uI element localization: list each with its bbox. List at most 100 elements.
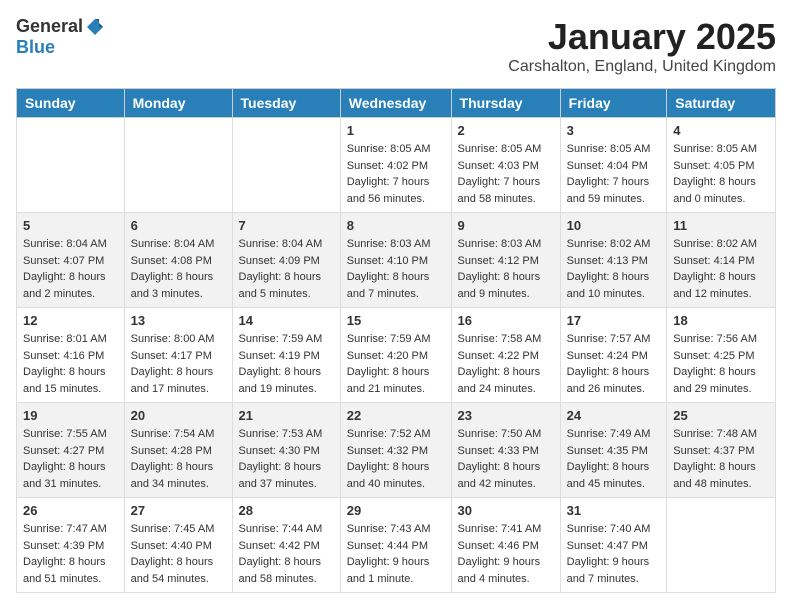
day-info: Sunrise: 8:03 AM Sunset: 4:10 PM Dayligh… <box>347 236 445 302</box>
calendar-cell <box>232 118 340 213</box>
day-info: Sunrise: 7:58 AM Sunset: 4:22 PM Dayligh… <box>458 331 554 397</box>
day-number: 22 <box>347 408 445 423</box>
day-info: Sunrise: 7:49 AM Sunset: 4:35 PM Dayligh… <box>567 426 661 492</box>
calendar-cell: 21 Sunrise: 7:53 AM Sunset: 4:30 PM Dayli… <box>232 403 340 498</box>
day-info: Sunrise: 8:02 AM Sunset: 4:14 PM Dayligh… <box>673 236 769 302</box>
day-number: 23 <box>458 408 554 423</box>
calendar-cell: 12Sunrise: 8:01 AM Sunset: 4:16 PM Dayli… <box>17 308 125 403</box>
col-header-saturday: Saturday <box>667 89 776 118</box>
day-info: Sunrise: 7:59 AM Sunset: 4:20 PM Dayligh… <box>347 331 445 397</box>
day-number: 21 <box>239 408 334 423</box>
day-number: 7 <box>239 218 334 233</box>
calendar-cell <box>667 498 776 593</box>
day-info: Sunrise: 8:04 AM Sunset: 4:07 PM Dayligh… <box>23 236 118 302</box>
day-number: 28 <box>239 503 334 518</box>
logo-blue-text: Blue <box>16 37 55 57</box>
calendar-cell: 3Sunrise: 8:05 AM Sunset: 4:04 PM Daylig… <box>560 118 667 213</box>
day-number: 6 <box>131 218 226 233</box>
day-number: 29 <box>347 503 445 518</box>
calendar-cell: 1 Sunrise: 8:05 AM Sunset: 4:02 PM Daylig… <box>340 118 451 213</box>
logo-icon <box>85 17 105 37</box>
main-title: January 2025 <box>508 16 776 58</box>
day-number: 31 <box>567 503 661 518</box>
calendar-header-row: SundayMondayTuesdayWednesdayThursdayFrid… <box>17 89 776 118</box>
day-info: Sunrise: 8:05 AM Sunset: 4:02 PM Dayligh… <box>347 141 445 207</box>
calendar-cell: 14 Sunrise: 7:59 AM Sunset: 4:19 PM Dayli… <box>232 308 340 403</box>
day-info: Sunrise: 7:55 AM Sunset: 4:27 PM Dayligh… <box>23 426 118 492</box>
calendar-cell: 18 Sunrise: 7:56 AM Sunset: 4:25 PM Dayli… <box>667 308 776 403</box>
day-number: 1 <box>347 123 445 138</box>
col-header-thursday: Thursday <box>451 89 560 118</box>
day-number: 24 <box>567 408 661 423</box>
col-header-sunday: Sunday <box>17 89 125 118</box>
day-number: 10 <box>567 218 661 233</box>
day-info: Sunrise: 7:59 AM Sunset: 4:19 PM Dayligh… <box>239 331 334 397</box>
day-number: 17 <box>567 313 661 328</box>
subtitle: Carshalton, England, United Kingdom <box>508 58 776 76</box>
calendar-cell: 8 Sunrise: 8:03 AM Sunset: 4:10 PM Daylig… <box>340 213 451 308</box>
calendar-cell: 6 Sunrise: 8:04 AM Sunset: 4:08 PM Daylig… <box>124 213 232 308</box>
calendar-cell: 24 Sunrise: 7:49 AM Sunset: 4:35 PM Dayli… <box>560 403 667 498</box>
day-number: 15 <box>347 313 445 328</box>
week-row-5: 26 Sunrise: 7:47 AM Sunset: 4:39 PM Dayli… <box>17 498 776 593</box>
calendar-cell: 17 Sunrise: 7:57 AM Sunset: 4:24 PM Dayli… <box>560 308 667 403</box>
week-row-1: 1 Sunrise: 8:05 AM Sunset: 4:02 PM Daylig… <box>17 118 776 213</box>
calendar-cell: 13Sunrise: 8:00 AM Sunset: 4:17 PM Dayli… <box>124 308 232 403</box>
calendar-cell: 27Sunrise: 7:45 AM Sunset: 4:40 PM Dayli… <box>124 498 232 593</box>
week-row-4: 19 Sunrise: 7:55 AM Sunset: 4:27 PM Dayli… <box>17 403 776 498</box>
day-number: 11 <box>673 218 769 233</box>
day-number: 9 <box>458 218 554 233</box>
calendar-cell: 5 Sunrise: 8:04 AM Sunset: 4:07 PM Daylig… <box>17 213 125 308</box>
day-info: Sunrise: 7:43 AM Sunset: 4:44 PM Dayligh… <box>347 521 445 587</box>
calendar-cell: 30Sunrise: 7:41 AM Sunset: 4:46 PM Dayli… <box>451 498 560 593</box>
col-header-tuesday: Tuesday <box>232 89 340 118</box>
day-info: Sunrise: 8:04 AM Sunset: 4:08 PM Dayligh… <box>131 236 226 302</box>
day-info: Sunrise: 7:54 AM Sunset: 4:28 PM Dayligh… <box>131 426 226 492</box>
day-info: Sunrise: 7:57 AM Sunset: 4:24 PM Dayligh… <box>567 331 661 397</box>
calendar-cell: 23 Sunrise: 7:50 AM Sunset: 4:33 PM Dayli… <box>451 403 560 498</box>
calendar-cell: 26 Sunrise: 7:47 AM Sunset: 4:39 PM Dayli… <box>17 498 125 593</box>
day-number: 2 <box>458 123 554 138</box>
col-header-monday: Monday <box>124 89 232 118</box>
day-info: Sunrise: 7:40 AM Sunset: 4:47 PM Dayligh… <box>567 521 661 587</box>
calendar-cell: 4 Sunrise: 8:05 AM Sunset: 4:05 PM Daylig… <box>667 118 776 213</box>
day-info: Sunrise: 7:53 AM Sunset: 4:30 PM Dayligh… <box>239 426 334 492</box>
calendar-cell: 29 Sunrise: 7:43 AM Sunset: 4:44 PM Dayli… <box>340 498 451 593</box>
calendar-cell: 28 Sunrise: 7:44 AM Sunset: 4:42 PM Dayli… <box>232 498 340 593</box>
day-number: 14 <box>239 313 334 328</box>
day-number: 19 <box>23 408 118 423</box>
day-info: Sunrise: 7:50 AM Sunset: 4:33 PM Dayligh… <box>458 426 554 492</box>
header: General Blue January 2025 Carshalton, En… <box>16 16 776 76</box>
day-info: Sunrise: 7:45 AM Sunset: 4:40 PM Dayligh… <box>131 521 226 587</box>
day-number: 4 <box>673 123 769 138</box>
calendar-cell: 15 Sunrise: 7:59 AM Sunset: 4:20 PM Dayli… <box>340 308 451 403</box>
day-info: Sunrise: 8:03 AM Sunset: 4:12 PM Dayligh… <box>458 236 554 302</box>
day-info: Sunrise: 7:44 AM Sunset: 4:42 PM Dayligh… <box>239 521 334 587</box>
calendar-cell: 22 Sunrise: 7:52 AM Sunset: 4:32 PM Dayli… <box>340 403 451 498</box>
day-number: 26 <box>23 503 118 518</box>
logo-general-text: General <box>16 16 83 37</box>
day-info: Sunrise: 8:05 AM Sunset: 4:05 PM Dayligh… <box>673 141 769 207</box>
day-number: 8 <box>347 218 445 233</box>
day-number: 12 <box>23 313 118 328</box>
calendar-cell <box>124 118 232 213</box>
day-info: Sunrise: 7:41 AM Sunset: 4:46 PM Dayligh… <box>458 521 554 587</box>
day-info: Sunrise: 7:56 AM Sunset: 4:25 PM Dayligh… <box>673 331 769 397</box>
calendar-cell: 25Sunrise: 7:48 AM Sunset: 4:37 PM Dayli… <box>667 403 776 498</box>
calendar-cell: 16 Sunrise: 7:58 AM Sunset: 4:22 PM Dayli… <box>451 308 560 403</box>
day-number: 18 <box>673 313 769 328</box>
day-number: 16 <box>458 313 554 328</box>
day-info: Sunrise: 7:47 AM Sunset: 4:39 PM Dayligh… <box>23 521 118 587</box>
week-row-2: 5 Sunrise: 8:04 AM Sunset: 4:07 PM Daylig… <box>17 213 776 308</box>
calendar-cell: 31 Sunrise: 7:40 AM Sunset: 4:47 PM Dayli… <box>560 498 667 593</box>
col-header-friday: Friday <box>560 89 667 118</box>
day-number: 20 <box>131 408 226 423</box>
calendar-cell: 19 Sunrise: 7:55 AM Sunset: 4:27 PM Dayli… <box>17 403 125 498</box>
day-info: Sunrise: 7:52 AM Sunset: 4:32 PM Dayligh… <box>347 426 445 492</box>
day-number: 13 <box>131 313 226 328</box>
day-number: 5 <box>23 218 118 233</box>
calendar-cell: 2Sunrise: 8:05 AM Sunset: 4:03 PM Daylig… <box>451 118 560 213</box>
calendar-cell: 10Sunrise: 8:02 AM Sunset: 4:13 PM Dayli… <box>560 213 667 308</box>
day-number: 3 <box>567 123 661 138</box>
title-area: January 2025 Carshalton, England, United… <box>508 16 776 76</box>
